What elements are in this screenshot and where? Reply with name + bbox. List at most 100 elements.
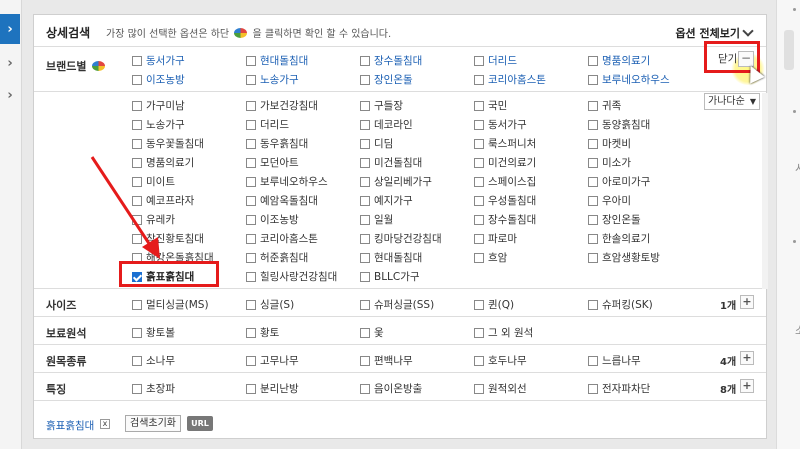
checkbox[interactable] <box>474 176 484 187</box>
checkbox[interactable] <box>246 327 256 338</box>
checkbox[interactable] <box>132 138 142 149</box>
brand-option[interactable]: 상일리베가구 <box>360 174 432 189</box>
brand-favorite-option[interactable]: 보루네오하우스 <box>588 72 670 87</box>
checkbox[interactable] <box>360 383 370 394</box>
checkbox[interactable] <box>588 119 598 130</box>
checkbox[interactable] <box>588 74 598 85</box>
brand-favorite-option[interactable]: 노송가구 <box>246 72 299 87</box>
section-option[interactable]: 슈퍼싱글(SS) <box>360 297 434 312</box>
brand-option[interactable]: 귀족 <box>588 98 621 113</box>
list-scrollbar[interactable] <box>762 93 768 289</box>
checkbox[interactable] <box>360 252 370 263</box>
checkbox[interactable] <box>474 100 484 111</box>
brand-option[interactable]: 아로미가구 <box>588 174 650 189</box>
brand-option[interactable]: 룩스퍼니처 <box>474 136 536 151</box>
brand-favorite-option[interactable]: 명품의료기 <box>588 53 650 68</box>
checkbox[interactable] <box>246 138 256 149</box>
checkbox[interactable] <box>360 74 370 85</box>
checkbox[interactable] <box>360 355 370 366</box>
left-tab-1[interactable]: › <box>0 14 20 44</box>
checkbox[interactable] <box>132 383 142 394</box>
brand-option[interactable]: 스페이스집 <box>474 174 536 189</box>
brand-favorite-option[interactable]: 동서가구 <box>132 53 185 68</box>
brand-option[interactable]: 미소가 <box>588 155 631 170</box>
checkbox[interactable] <box>474 355 484 366</box>
brand-option[interactable]: 킹마당건강침대 <box>360 231 442 246</box>
section-option[interactable]: 음이온방출 <box>360 381 422 396</box>
checkbox[interactable] <box>588 299 598 310</box>
brand-option[interactable]: 힐링사랑건강침대 <box>246 269 337 284</box>
brand-option[interactable]: 흐암생황토방 <box>588 250 660 265</box>
section-option[interactable]: 분리난방 <box>246 381 299 396</box>
section-option[interactable]: 고무나무 <box>246 353 299 368</box>
brand-option[interactable]: 장수돌침대 <box>474 212 536 227</box>
brand-option[interactable]: 현대돌침대 <box>360 250 422 265</box>
brand-option[interactable]: 예지가구 <box>360 193 413 208</box>
checkbox[interactable] <box>474 138 484 149</box>
brand-option[interactable]: 이조농방 <box>246 212 299 227</box>
close-icon[interactable]: x <box>100 419 110 429</box>
brand-option[interactable]: 모던아트 <box>246 155 299 170</box>
section-option[interactable]: 호두나무 <box>474 353 527 368</box>
brand-option[interactable]: 우성돌침대 <box>474 193 536 208</box>
checkbox[interactable] <box>246 214 256 225</box>
brand-option[interactable]: 동우흙침대 <box>246 136 308 151</box>
brand-option[interactable]: 보루네오하우스 <box>246 174 328 189</box>
checkbox[interactable] <box>588 176 598 187</box>
checkbox[interactable] <box>132 100 142 111</box>
section-option[interactable]: 전자파차단 <box>588 381 650 396</box>
brand-option[interactable]: 국민 <box>474 98 507 113</box>
checkbox[interactable] <box>360 176 370 187</box>
checkbox[interactable] <box>246 271 256 282</box>
checkbox[interactable] <box>246 176 256 187</box>
checkbox[interactable] <box>474 195 484 206</box>
brand-option[interactable]: 구들장 <box>360 98 403 113</box>
checkbox[interactable] <box>360 271 370 282</box>
checkbox[interactable] <box>246 100 256 111</box>
checkbox[interactable] <box>474 383 484 394</box>
brand-favorite-option[interactable]: 현대돌침대 <box>246 53 308 68</box>
section-option[interactable]: 편백나무 <box>360 353 413 368</box>
brand-option[interactable]: 장인온돌 <box>588 212 641 227</box>
section-option[interactable]: 멀티싱글(MS) <box>132 297 209 312</box>
brand-option[interactable]: BLLC가구 <box>360 269 420 284</box>
options-view-all-button[interactable]: 옵션 전체보기 <box>675 25 754 41</box>
section-option[interactable]: 황토 <box>246 325 279 340</box>
plus-icon[interactable]: + <box>740 351 754 365</box>
checkbox[interactable] <box>474 299 484 310</box>
checkbox[interactable] <box>588 355 598 366</box>
brand-option[interactable]: 흐암 <box>474 250 507 265</box>
brand-favorite-option[interactable]: 더리드 <box>474 53 517 68</box>
checkbox[interactable] <box>132 55 142 66</box>
reset-search-button[interactable]: 검색초기화 <box>125 415 181 432</box>
checkbox[interactable] <box>474 74 484 85</box>
brand-option[interactable]: 허준흙침대 <box>246 250 308 265</box>
checkbox[interactable] <box>474 157 484 168</box>
section-option[interactable]: 원적외선 <box>474 381 527 396</box>
url-button[interactable]: URL <box>187 416 213 431</box>
brand-option[interactable]: 코리아홈스톤 <box>246 231 318 246</box>
checkbox[interactable] <box>246 355 256 366</box>
checkbox[interactable] <box>474 252 484 263</box>
checkbox[interactable] <box>132 327 142 338</box>
section-option[interactable]: 황토볼 <box>132 325 175 340</box>
checkbox[interactable] <box>588 55 598 66</box>
checkbox[interactable] <box>246 55 256 66</box>
brand-option[interactable]: 한솔의료기 <box>588 231 650 246</box>
section-option[interactable]: 그 외 원석 <box>474 325 533 340</box>
brand-option[interactable]: 더리드 <box>246 117 289 132</box>
brand-option[interactable]: 미건돌침대 <box>360 155 422 170</box>
brand-option[interactable]: 데코라인 <box>360 117 413 132</box>
plus-icon[interactable]: + <box>740 295 754 309</box>
plus-icon[interactable]: + <box>740 379 754 393</box>
checkbox[interactable] <box>360 138 370 149</box>
brand-option[interactable]: 파로마 <box>474 231 517 246</box>
brand-favorite-option[interactable]: 장수돌침대 <box>360 53 422 68</box>
brand-option[interactable]: 동우꽃돌침대 <box>132 136 204 151</box>
checkbox[interactable] <box>360 195 370 206</box>
brand-option[interactable]: 가보건강침대 <box>246 98 318 113</box>
checkbox[interactable] <box>360 157 370 168</box>
section-option[interactable]: 싱글(S) <box>246 297 294 312</box>
brand-option[interactable]: 미건의료기 <box>474 155 536 170</box>
checkbox[interactable] <box>588 233 598 244</box>
